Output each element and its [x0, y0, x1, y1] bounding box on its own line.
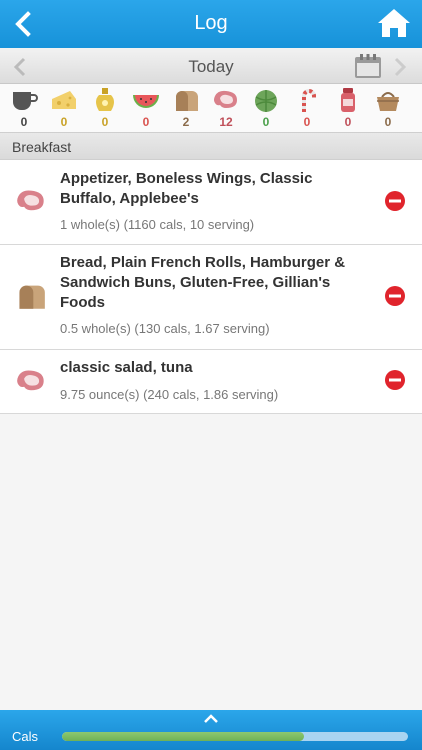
calendar-icon[interactable] — [354, 53, 382, 79]
food-group-vegetables[interactable]: 0 — [246, 87, 286, 129]
calorie-bar[interactable]: Cals — [0, 710, 422, 750]
calorie-progress-fill — [62, 732, 305, 741]
food-group-count: 0 — [384, 115, 392, 129]
next-day-chevron-icon[interactable] — [390, 56, 410, 78]
top-bar: Log — [0, 0, 422, 48]
food-group-fruits[interactable]: 0 — [126, 87, 166, 129]
jar-icon — [341, 88, 355, 112]
food-group-dairy-drinks[interactable]: 0 — [4, 87, 44, 129]
food-entry-name: Appetizer, Boneless Wings, Classic Buffa… — [60, 170, 313, 207]
meal-section-title: Breakfast — [12, 139, 72, 155]
oil-jar-icon — [96, 88, 114, 111]
food-group-count: 0 — [303, 115, 311, 129]
food-entry-detail: 9.75 ounce(s) (240 cals, 1.86 serving) — [60, 387, 279, 402]
bread-icon — [176, 91, 198, 111]
candy-cane-icon — [302, 89, 316, 112]
calorie-label: Cals — [12, 729, 39, 744]
delete-icon[interactable] — [384, 369, 406, 391]
meat-icon — [17, 190, 44, 211]
delete-icon[interactable] — [384, 190, 406, 212]
delete-icon[interactable] — [384, 285, 406, 307]
food-group-cheese[interactable]: 0 — [44, 87, 84, 129]
food-entry[interactable]: Bread, Plain French Rolls, Hamburger & S… — [0, 245, 422, 350]
chevron-up-icon[interactable] — [203, 713, 219, 723]
food-entry-list: Appetizer, Boneless Wings, Classic Buffa… — [0, 160, 422, 414]
food-group-count: 0 — [101, 115, 109, 129]
artichoke-icon — [255, 90, 277, 112]
food-group-count: 0 — [20, 115, 28, 129]
home-icon[interactable] — [376, 6, 412, 40]
food-entry-name: Bread, Plain French Rolls, Hamburger & S… — [60, 254, 346, 311]
food-group-count: 0 — [60, 115, 68, 129]
basket-icon — [377, 92, 399, 111]
food-entry[interactable]: Appetizer, Boneless Wings, Classic Buffa… — [0, 160, 422, 245]
food-group-other[interactable]: 0 — [368, 87, 408, 129]
meat-icon — [17, 370, 44, 391]
bread-icon — [19, 285, 45, 309]
food-group-sweets[interactable]: 0 — [287, 87, 327, 129]
meal-section-header: Breakfast — [0, 132, 422, 160]
cheese-icon — [52, 91, 76, 109]
food-group-count: 12 — [219, 115, 233, 129]
food-group-grains[interactable]: 2 — [166, 87, 206, 129]
food-group-bar: 0 0 0 0 2 12 0 0 0 0 — [0, 84, 422, 132]
food-entry-detail: 1 whole(s) (1160 cals, 10 serving) — [60, 217, 255, 232]
calorie-progress-track — [62, 732, 408, 741]
food-group-count: 0 — [142, 115, 150, 129]
page-title: Log — [194, 12, 228, 34]
watermelon-icon — [133, 95, 159, 108]
food-entry-name: classic salad, tuna — [60, 359, 193, 376]
food-group-count: 2 — [182, 115, 190, 129]
food-group-oils[interactable]: 0 — [85, 87, 125, 129]
meat-icon — [214, 90, 237, 108]
food-entry-detail: 0.5 whole(s) (130 cals, 1.67 serving) — [60, 321, 270, 336]
coffee-cup-icon — [13, 92, 38, 110]
food-entry[interactable]: classic salad, tuna 9.75 ounce(s) (240 c… — [0, 350, 422, 414]
date-bar: Today — [0, 48, 422, 84]
food-group-protein[interactable]: 12 — [206, 87, 246, 129]
food-group-count: 0 — [344, 115, 352, 129]
food-group-count: 0 — [262, 115, 270, 129]
food-group-condiments[interactable]: 0 — [328, 87, 368, 129]
